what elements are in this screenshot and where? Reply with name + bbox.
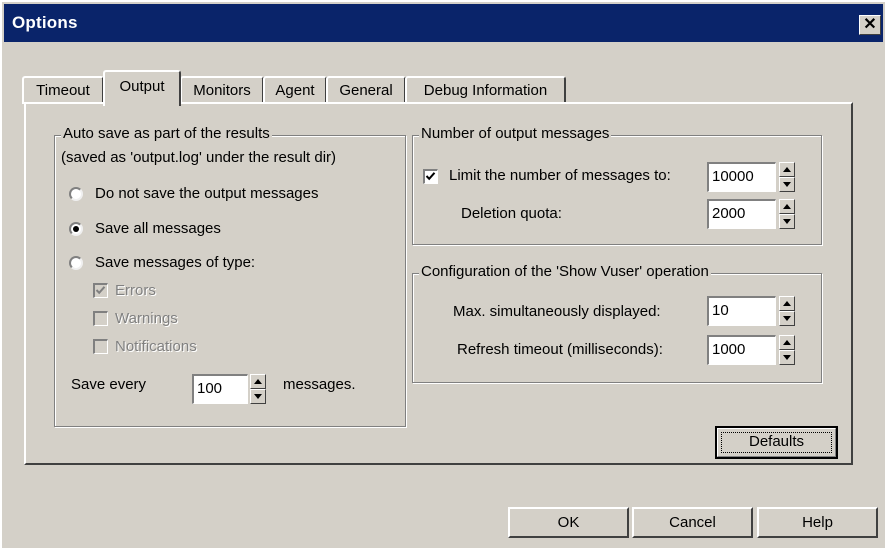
show-vuser-group: Configuration of the 'Show Vuser' operat… [412, 263, 822, 383]
cancel-button-label: Cancel [669, 514, 716, 531]
tab-agent[interactable]: Agent [263, 76, 327, 104]
tab-label: Agent [275, 82, 315, 99]
spin-down-button[interactable] [779, 350, 795, 365]
options-dialog: Options ✕ Timeout Output Monitors Agent … [0, 0, 885, 548]
arrow-down-icon [783, 219, 791, 224]
output-messages-legend: Number of output messages [419, 125, 612, 142]
save-every-input[interactable]: 100 [192, 374, 248, 404]
defaults-button[interactable]: Defaults [715, 426, 838, 459]
deletion-quota-input[interactable]: 2000 [707, 199, 776, 229]
refresh-timeout-label: Refresh timeout (milliseconds): [457, 341, 663, 358]
arrow-up-icon [254, 379, 262, 384]
checkbox-errors[interactable] [93, 283, 108, 298]
checkmark-icon [425, 172, 436, 181]
help-button[interactable]: Help [757, 507, 878, 538]
checkbox-warnings[interactable] [93, 311, 108, 326]
autosave-group: Auto save as part of the results (saved … [54, 125, 406, 427]
refresh-timeout-input[interactable]: 1000 [707, 335, 776, 365]
arrow-down-icon [783, 316, 791, 321]
arrow-up-icon [783, 340, 791, 345]
spin-up-button[interactable] [250, 374, 266, 389]
spin-up-button[interactable] [779, 335, 795, 350]
radio-do-not-save[interactable] [69, 187, 83, 201]
autosave-legend: Auto save as part of the results [61, 125, 272, 142]
tab-label: Monitors [193, 82, 251, 99]
checkbox-warnings-label: Warnings [115, 310, 178, 327]
autosave-note: (saved as 'output.log' under the result … [61, 149, 337, 166]
radio-save-type[interactable] [69, 256, 83, 270]
tab-debug-information[interactable]: Debug Information [405, 76, 566, 104]
tab-label: General [339, 82, 393, 99]
spin-up-button[interactable] [779, 199, 795, 214]
ok-button-label: OK [557, 514, 580, 531]
checkbox-notifications[interactable] [93, 339, 108, 354]
spin-down-button[interactable] [779, 177, 795, 192]
ok-button[interactable]: OK [508, 507, 629, 538]
close-button[interactable]: ✕ [859, 15, 881, 35]
window-title: Options [12, 13, 78, 32]
tab-label: Debug Information [423, 82, 548, 99]
help-button-label: Help [802, 514, 833, 531]
cancel-button[interactable]: Cancel [632, 507, 753, 538]
arrow-down-icon [783, 355, 791, 360]
output-messages-group: Number of output messages Limit the numb… [412, 125, 822, 245]
checkbox-limit-messages[interactable] [423, 169, 438, 184]
max-displayed-label: Max. simultaneously displayed: [453, 303, 661, 320]
save-every-label: Save every [71, 376, 147, 393]
save-every-spinner [250, 374, 266, 404]
radio-save-type-label[interactable]: Save messages of type: [95, 254, 255, 271]
save-every-suffix: messages. [283, 376, 356, 393]
tab-output[interactable]: Output [103, 70, 181, 106]
checkbox-errors-label: Errors [115, 282, 156, 299]
radio-save-all[interactable] [69, 222, 83, 236]
refresh-timeout-spinner [779, 335, 795, 365]
tab-monitors[interactable]: Monitors [180, 76, 264, 104]
limit-messages-spinner [779, 162, 795, 192]
spin-down-button[interactable] [250, 389, 266, 404]
arrow-up-icon [783, 301, 791, 306]
tab-timeout[interactable]: Timeout [22, 76, 104, 104]
arrow-up-icon [783, 204, 791, 209]
tab-label: Output [119, 78, 165, 95]
close-icon: ✕ [863, 16, 877, 33]
spin-up-button[interactable] [779, 296, 795, 311]
radio-save-all-label[interactable]: Save all messages [95, 220, 221, 237]
limit-messages-input[interactable]: 10000 [707, 162, 776, 192]
radio-do-not-save-label[interactable]: Do not save the output messages [95, 185, 318, 202]
deletion-quota-label: Deletion quota: [461, 205, 562, 222]
checkmark-icon [95, 286, 106, 295]
arrow-down-icon [783, 182, 791, 187]
tab-general[interactable]: General [326, 76, 406, 104]
spin-up-button[interactable] [779, 162, 795, 177]
spin-down-button[interactable] [779, 311, 795, 326]
output-tab-panel: Auto save as part of the results (saved … [24, 102, 853, 465]
deletion-quota-spinner [779, 199, 795, 229]
max-displayed-spinner [779, 296, 795, 326]
defaults-button-label: Defaults [748, 433, 805, 450]
title-bar: Options ✕ [4, 4, 883, 42]
max-displayed-input[interactable]: 10 [707, 296, 776, 326]
spin-down-button[interactable] [779, 214, 795, 229]
checkbox-notifications-label: Notifications [115, 338, 197, 355]
show-vuser-legend: Configuration of the 'Show Vuser' operat… [419, 263, 711, 280]
limit-messages-label[interactable]: Limit the number of messages to: [449, 167, 671, 184]
arrow-down-icon [254, 394, 262, 399]
arrow-up-icon [783, 167, 791, 172]
tab-label: Timeout [36, 82, 90, 99]
